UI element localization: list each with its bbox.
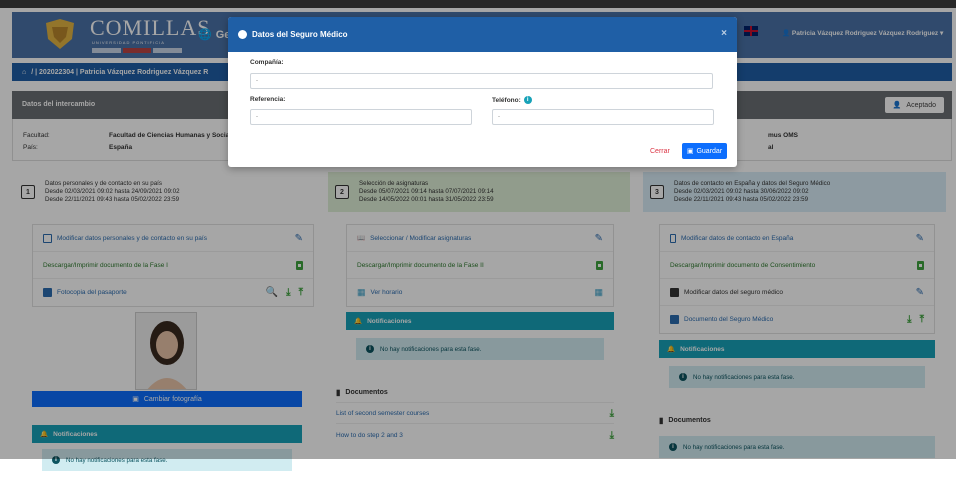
insurance-modal: Datos del Seguro Médico × Compañía: - Re… xyxy=(228,17,737,167)
modal-header: Datos del Seguro Médico × xyxy=(228,17,737,52)
user-circle-icon xyxy=(238,30,247,39)
modal-title: Datos del Seguro Médico xyxy=(252,30,348,39)
company-input[interactable]: - xyxy=(250,73,713,89)
save-button[interactable]: ▣ Guardar xyxy=(682,143,727,159)
phone-input[interactable]: - xyxy=(492,109,714,125)
reference-label: Referencia: xyxy=(250,96,286,103)
button-label: Guardar xyxy=(696,147,723,155)
close-button[interactable]: Cerrar xyxy=(650,148,670,155)
save-icon: ▣ xyxy=(686,148,694,155)
info-icon[interactable]: i xyxy=(523,96,532,104)
company-label: Compañía: xyxy=(250,59,284,66)
phone-label: Teléfono: xyxy=(492,96,521,104)
close-icon[interactable]: × xyxy=(721,28,727,39)
reference-input[interactable]: - xyxy=(250,109,472,125)
